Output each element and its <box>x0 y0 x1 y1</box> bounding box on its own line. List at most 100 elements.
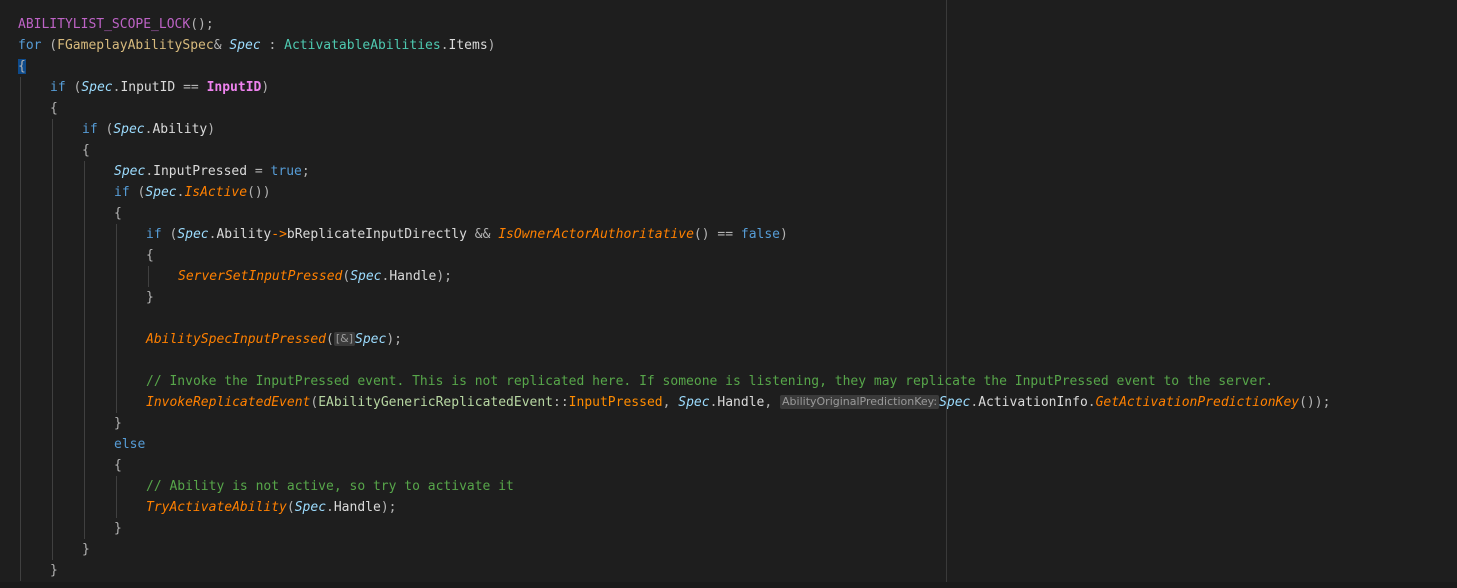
code-token: { <box>18 59 26 74</box>
code-token: -> <box>271 227 287 242</box>
code-token: ) <box>261 80 270 95</box>
code-token: Spec <box>350 269 382 284</box>
indent-guide <box>84 161 85 539</box>
code-token: ) <box>780 227 788 242</box>
code-token: ( <box>65 80 82 95</box>
code-token: = <box>247 164 271 179</box>
code-line[interactable]: ServerSetInputPressed(Spec.Handle); <box>178 266 452 287</box>
code-comment: // Invoke the InputPressed event. This i… <box>146 374 1274 389</box>
code-line[interactable]: InvokeReplicatedEvent(EAbilityGenericRep… <box>146 392 1330 413</box>
code-token: ( <box>97 122 114 137</box>
code-token: if <box>50 80 66 95</box>
code-line[interactable]: } <box>114 518 122 539</box>
code-token: : <box>260 38 285 53</box>
code-token: ( <box>286 500 295 515</box>
code-line[interactable]: } <box>82 539 90 560</box>
code-token: Handle <box>333 500 381 515</box>
code-token: () == <box>693 227 741 242</box>
code-token: Handle <box>389 269 437 284</box>
code-line[interactable]: TryActivateAbility(Spec.Handle); <box>146 497 396 518</box>
code-line[interactable]: { <box>82 140 90 161</box>
code-token: ); <box>436 269 452 284</box>
code-token: . <box>1087 395 1096 410</box>
code-comment: // Ability is not active, so try to acti… <box>146 479 514 494</box>
code-token: InvokeReplicatedEvent <box>146 395 311 410</box>
code-token: { <box>82 143 90 158</box>
code-line[interactable]: if (Spec.Ability->bReplicateInputDirectl… <box>146 224 788 245</box>
code-line[interactable]: ABILITYLIST_SCOPE_LOCK(); <box>18 14 214 35</box>
code-token: IsOwnerActorAuthoritative <box>498 227 694 242</box>
code-token: else <box>114 437 146 452</box>
code-token: { <box>114 206 122 221</box>
code-token: Spec <box>229 38 261 53</box>
code-line[interactable]: { <box>114 203 122 224</box>
code-token: bReplicateInputDirectly <box>286 227 467 242</box>
code-line[interactable]: else <box>114 434 145 455</box>
indent-guide <box>116 224 117 413</box>
code-token: :: <box>553 395 569 410</box>
code-token: . <box>440 38 449 53</box>
code-line[interactable]: { <box>114 455 122 476</box>
code-token: ; <box>301 164 310 179</box>
code-token: } <box>114 521 122 536</box>
code-token: , <box>764 395 781 410</box>
code-token: ()) <box>247 185 271 200</box>
code-line[interactable]: } <box>50 560 58 581</box>
code-line[interactable]: // Invoke the InputPressed event. This i… <box>146 371 1273 392</box>
code-token: (); <box>190 17 214 32</box>
code-line[interactable]: if (Spec.Ability) <box>82 119 215 140</box>
inlay-hint: [&] <box>333 332 356 346</box>
code-token: ) <box>487 38 496 53</box>
code-token: Ability <box>152 122 208 137</box>
code-token: ServerSetInputPressed <box>178 269 343 284</box>
code-token: { <box>114 458 122 473</box>
code-token: if <box>82 122 98 137</box>
code-token: & <box>213 38 230 53</box>
code-token: Spec <box>355 332 387 347</box>
code-token: ()); <box>1299 395 1331 410</box>
code-token: InputPressed <box>568 395 663 410</box>
code-token: ABILITYLIST_SCOPE_LOCK <box>18 17 191 32</box>
column-guide-line <box>946 0 947 588</box>
code-token: . <box>326 500 334 515</box>
code-token: Spec <box>81 80 113 95</box>
code-line[interactable]: } <box>146 287 154 308</box>
code-line[interactable]: if (Spec.IsActive()) <box>114 182 271 203</box>
code-token: Spec <box>177 227 209 242</box>
code-token: InputPressed <box>153 164 248 179</box>
code-token: && <box>466 227 499 242</box>
code-token: ) <box>207 122 216 137</box>
code-token: FGameplayAbilitySpec <box>57 38 214 53</box>
code-line[interactable]: Spec.InputPressed = true; <box>114 161 310 182</box>
code-token: { <box>50 101 58 116</box>
code-token: } <box>82 542 90 557</box>
code-token: IsActive <box>184 185 248 200</box>
code-line[interactable]: { <box>50 98 58 119</box>
code-token: for <box>18 38 42 53</box>
code-token: Handle <box>717 395 765 410</box>
code-token: Spec <box>294 500 327 515</box>
code-token: InputID <box>120 80 176 95</box>
code-line[interactable]: if (Spec.InputID == InputID) <box>50 77 269 98</box>
code-editor[interactable]: ABILITYLIST_SCOPE_LOCK(); for (FGameplayA… <box>0 0 1457 588</box>
code-token: ( <box>41 38 58 53</box>
code-line[interactable]: AbilitySpecInputPressed([&] Spec); <box>146 329 402 350</box>
indent-guide <box>116 476 117 518</box>
code-line[interactable]: // Ability is not active, so try to acti… <box>146 476 514 497</box>
inlay-hint: AbilityOriginalPredictionKey: <box>780 395 940 409</box>
code-token: Spec <box>113 122 145 137</box>
code-line[interactable]: } <box>114 413 122 434</box>
indent-guide <box>20 77 21 581</box>
code-token: == <box>175 80 207 95</box>
code-token: } <box>146 290 154 305</box>
code-line[interactable]: { <box>146 245 154 266</box>
code-token: ActivationInfo <box>978 395 1088 410</box>
indent-guide <box>148 266 149 287</box>
code-line[interactable]: for (FGameplayAbilitySpec& Spec : Activa… <box>18 35 495 56</box>
code-line[interactable]: { <box>18 56 26 77</box>
code-token: Spec <box>939 395 971 410</box>
code-token: } <box>114 416 122 431</box>
code-token: ( <box>326 332 334 347</box>
code-token: Spec <box>145 185 177 200</box>
code-token: if <box>114 185 130 200</box>
